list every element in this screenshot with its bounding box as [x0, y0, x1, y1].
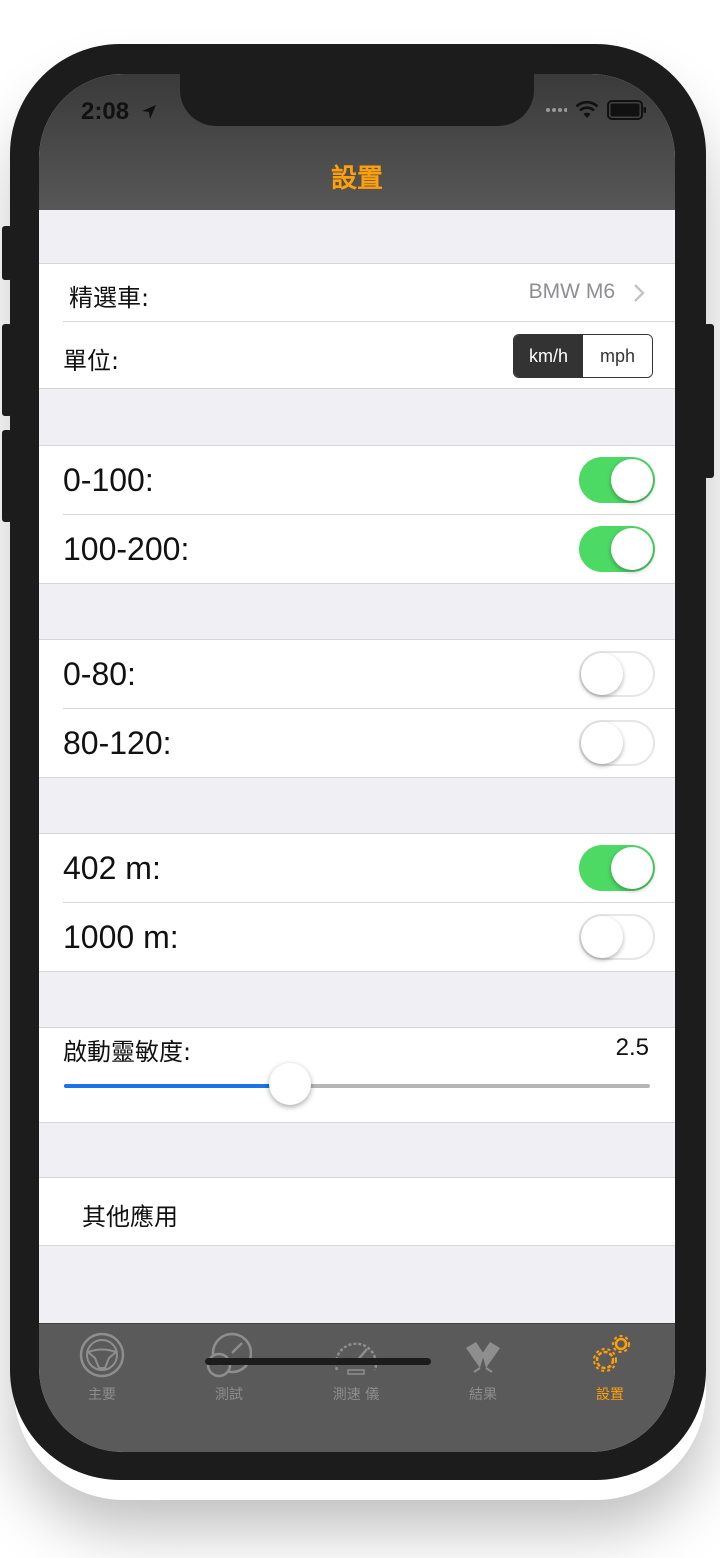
- sensitivity-value: 2.5: [615, 1034, 649, 1061]
- toggle-label-0-80: 0-80:: [63, 656, 136, 692]
- home-indicator[interactable]: [205, 1358, 431, 1365]
- speedometer-icon: [334, 1342, 378, 1375]
- toggle-group-3: 402 m: 1000 m:: [39, 833, 675, 972]
- tab-main[interactable]: 主要: [52, 1332, 152, 1404]
- toggle-group-1: 0-100: 100-200:: [39, 445, 675, 584]
- unit-segmented-control: km/h mph: [513, 334, 653, 378]
- tab-settings[interactable]: 設置: [560, 1332, 660, 1404]
- other-apps-label: 其他應用: [82, 1203, 178, 1231]
- notch: [180, 74, 534, 126]
- toggle-group-2: 0-80: 80-120:: [39, 639, 675, 778]
- toggle-label-0-100: 0-100:: [63, 462, 154, 498]
- toggle-label-1000m: 1000 m:: [63, 919, 179, 955]
- tab-bar: 主要 測試 測速 儀 結果 設置: [39, 1323, 675, 1452]
- toggle-0-100[interactable]: [579, 457, 655, 503]
- other-apps-row[interactable]: 其他應用: [39, 1177, 675, 1246]
- status-time: 2:08: [81, 98, 130, 125]
- wifi-icon: [575, 101, 599, 118]
- sensitivity-slider-track[interactable]: [64, 1063, 650, 1105]
- sensitivity-label: 啟動靈敏度:: [63, 1038, 192, 1066]
- toggle-label-80-120: 80-120:: [63, 725, 172, 761]
- sensitivity-slider-thumb[interactable]: [268, 1063, 311, 1105]
- sensitivity-row: 啟動靈敏度: 2.5: [39, 1027, 675, 1123]
- toggle-0-80[interactable]: [579, 651, 655, 697]
- tab-main-label: 主要: [88, 1387, 116, 1403]
- toggle-100-200[interactable]: [579, 526, 655, 572]
- screen: 2:08 設置 精選車: BMW M6 單位: km/h mph 0-100: …: [39, 74, 675, 1452]
- gears-icon: [593, 1335, 630, 1372]
- unit-label: 單位:: [63, 347, 120, 375]
- toggle-1000m[interactable]: [579, 914, 655, 960]
- toggle-402m[interactable]: [579, 845, 655, 891]
- car-selection-row[interactable]: 精選車: BMW M6: [39, 264, 675, 321]
- chevron-right-icon: [634, 284, 645, 302]
- toggle-label-100-200: 100-200:: [63, 531, 190, 567]
- toggle-80-120[interactable]: [579, 720, 655, 766]
- gauges-icon: [206, 1332, 253, 1378]
- tab-results[interactable]: 結果: [433, 1332, 533, 1404]
- unit-mph-segment[interactable]: mph: [583, 335, 652, 377]
- tab-speedometer-label: 測速 儀: [332, 1387, 380, 1403]
- tab-test[interactable]: 測試: [179, 1332, 279, 1404]
- car-value: BMW M6: [528, 280, 615, 303]
- sensitivity-slider-fill: [64, 1084, 290, 1088]
- tab-settings-label: 設置: [596, 1387, 624, 1403]
- cellular-signal-icon: [546, 108, 567, 112]
- location-arrow-icon: [142, 105, 156, 119]
- tab-speedometer[interactable]: 測速 儀: [306, 1332, 406, 1404]
- page-title: 設置: [330, 164, 383, 194]
- car-unit-group: 精選車: BMW M6 單位: km/h mph: [39, 263, 675, 389]
- car-label: 精選車:: [69, 284, 150, 312]
- tab-results-label: 結果: [469, 1387, 497, 1403]
- battery-icon: [607, 100, 646, 120]
- racing-flags-icon: [466, 1342, 500, 1373]
- unit-kmh-segment[interactable]: km/h: [514, 335, 583, 377]
- steering-wheel-icon: [79, 1332, 125, 1378]
- settings-list: 精選車: BMW M6 單位: km/h mph 0-100: 100-200:…: [39, 210, 675, 1323]
- tab-test-label: 測試: [215, 1387, 243, 1403]
- toggle-label-402m: 402 m:: [63, 850, 161, 886]
